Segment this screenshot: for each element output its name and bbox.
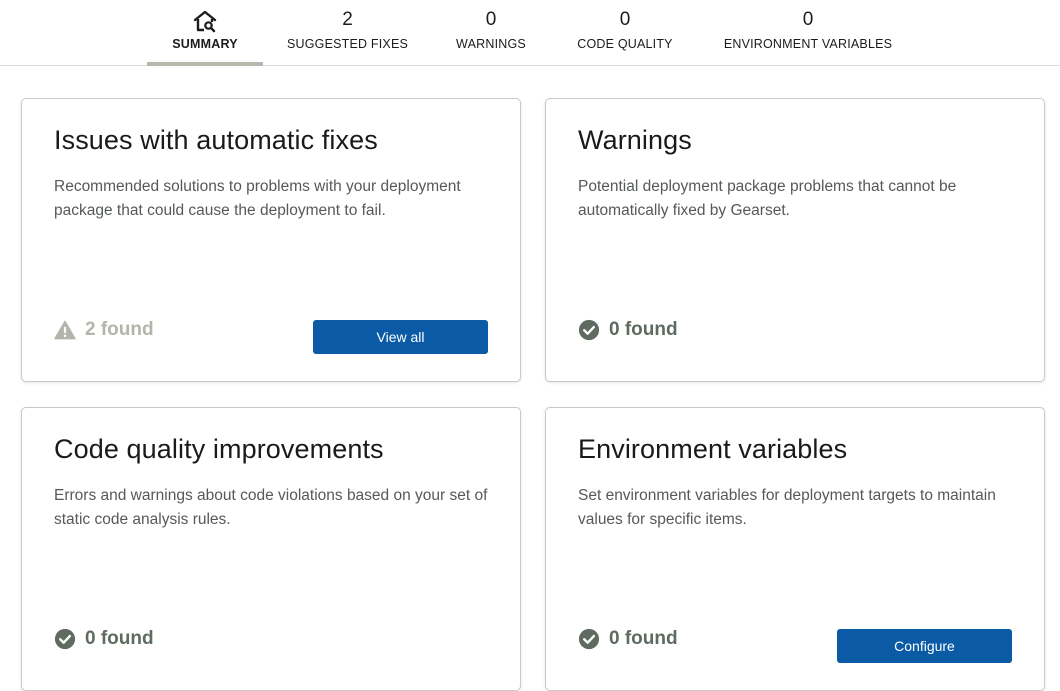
status-indicator: 2 found: [54, 319, 154, 341]
card-description: Set environment variables for deployment…: [578, 487, 996, 528]
tab-environment-variables-count: 0: [802, 9, 814, 30]
check-circle-icon: [54, 628, 76, 650]
card-title: Warnings: [578, 125, 692, 155]
tab-code-quality-count: 0: [619, 9, 631, 30]
tab-summary-label: SUMMARY: [172, 37, 238, 51]
tab-warnings[interactable]: 0 WARNINGS: [447, 0, 535, 66]
card-title: Issues with automatic fixes: [54, 125, 378, 155]
automatic-fixes-card: Issues with automatic fixes Recommended …: [21, 98, 521, 382]
tab-summary[interactable]: SUMMARY: [147, 0, 263, 66]
active-tab-indicator: [147, 62, 263, 66]
tab-suggested-fixes[interactable]: 2 SUGGESTED FIXES: [280, 0, 415, 66]
status-text: 2 found: [85, 319, 154, 340]
card-description: Errors and warnings about code violation…: [54, 487, 488, 528]
status-indicator: 0 found: [578, 319, 678, 341]
warnings-card: Warnings Potential deployment package pr…: [545, 98, 1045, 382]
status-indicator: 0 found: [54, 628, 154, 650]
check-circle-icon: [578, 319, 600, 341]
card-description: Potential deployment package problems th…: [578, 178, 957, 219]
tab-warnings-label: WARNINGS: [456, 37, 526, 51]
card-title: Environment variables: [578, 434, 848, 464]
environment-variables-card: Environment variables Set environment va…: [545, 407, 1045, 691]
code-quality-card: Code quality improvements Errors and war…: [21, 407, 521, 691]
status-text: 0 found: [609, 319, 678, 340]
status-text: 0 found: [85, 628, 154, 649]
card-title: Code quality improvements: [54, 434, 384, 464]
check-circle-icon: [578, 628, 600, 650]
home-search-icon: [193, 10, 217, 33]
configure-button[interactable]: Configure: [837, 629, 1012, 663]
tab-code-quality-label: CODE QUALITY: [577, 37, 673, 51]
card-description: Recommended solutions to problems with y…: [54, 178, 461, 219]
tab-suggested-fixes-count: 2: [342, 9, 353, 30]
warning-triangle-icon: [54, 320, 76, 340]
results-tab-bar: SUMMARY 2 SUGGESTED FIXES 0 WARNINGS 0 C…: [0, 0, 1060, 66]
view-all-button[interactable]: View all: [313, 320, 488, 354]
tab-suggested-fixes-label: SUGGESTED FIXES: [286, 37, 409, 51]
tab-warnings-count: 0: [485, 9, 497, 30]
status-indicator: 0 found: [578, 628, 678, 650]
status-text: 0 found: [609, 628, 678, 649]
tab-environment-variables-label: ENVIRONMENT VARIABLES: [723, 37, 893, 51]
tab-environment-variables[interactable]: 0 ENVIRONMENT VARIABLES: [714, 0, 902, 66]
tab-code-quality[interactable]: 0 CODE QUALITY: [567, 0, 683, 66]
